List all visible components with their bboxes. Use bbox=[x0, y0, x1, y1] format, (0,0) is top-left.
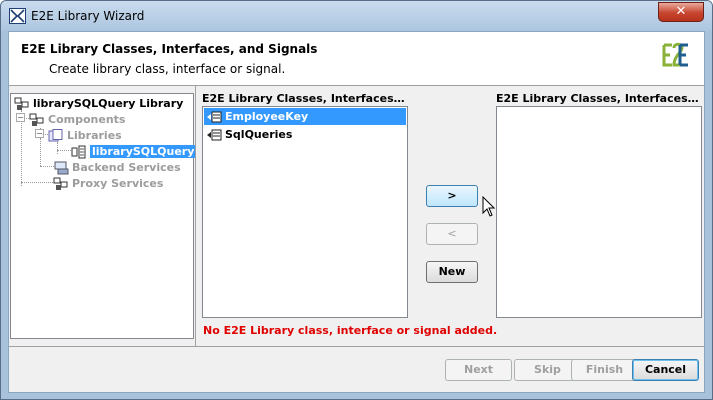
list-item-label: SqlQueries bbox=[225, 128, 293, 141]
tree-guide-line bbox=[21, 182, 53, 183]
tree-item-label: Proxy Services bbox=[72, 177, 164, 190]
tree-guide-line bbox=[40, 138, 41, 166]
list-item[interactable]: SqlQueries bbox=[204, 126, 406, 143]
backend-services-icon bbox=[54, 161, 69, 175]
tree-collapse-toggle[interactable]: − bbox=[35, 129, 44, 138]
new-button[interactable]: New bbox=[426, 261, 478, 283]
selected-list[interactable] bbox=[496, 106, 702, 318]
remove-button[interactable]: < bbox=[426, 223, 478, 245]
footer-divider bbox=[9, 346, 704, 347]
tree-guide-line bbox=[57, 150, 71, 151]
class-icon bbox=[207, 111, 222, 123]
tree-item-backend-services[interactable]: Backend Services bbox=[53, 160, 181, 176]
wizard-app-icon bbox=[9, 8, 26, 24]
cancel-button[interactable]: Cancel bbox=[632, 359, 699, 381]
tree-item-label: Libraries bbox=[67, 129, 122, 142]
list-item[interactable]: EmployeeKey bbox=[204, 108, 406, 125]
next-button[interactable]: Next bbox=[445, 359, 512, 381]
library-icon bbox=[14, 97, 29, 110]
page-title: E2E Library Classes, Interfaces, and Sig… bbox=[21, 42, 318, 56]
structure-tree[interactable]: − − librarySQLQuery Library Components L… bbox=[10, 93, 197, 339]
mouse-cursor-icon bbox=[482, 196, 496, 217]
tree-item-label: librarySQLQuery Library bbox=[33, 97, 184, 110]
e2e-logo-icon bbox=[662, 42, 688, 67]
available-list[interactable]: EmployeeKey SqlQueries bbox=[202, 106, 408, 318]
library-item-icon bbox=[71, 145, 86, 159]
close-button[interactable]: ✕ bbox=[658, 2, 704, 22]
wizard-header: E2E Library Classes, Interfaces, and Sig… bbox=[9, 32, 704, 86]
tree-item-librarysqlquery[interactable]: librarySQLQuery bbox=[71, 144, 197, 160]
window-title: E2E Library Wizard bbox=[31, 9, 145, 23]
tree-item-proxy-services[interactable]: Proxy Services bbox=[53, 176, 163, 192]
available-list-label: E2E Library Classes, Interfaces, an... bbox=[202, 92, 407, 105]
proxy-services-icon bbox=[53, 177, 68, 190]
tree-item-label: Components bbox=[48, 113, 126, 126]
tree-item-library-root[interactable]: librarySQLQuery Library bbox=[14, 96, 183, 112]
wizard-window: E2E Library Wizard ✕ E2E Library Classes… bbox=[0, 0, 713, 400]
selection-panel: E2E Library Classes, Interfaces, an... E… bbox=[195, 86, 704, 346]
components-icon bbox=[29, 113, 44, 126]
tree-item-components[interactable]: Components bbox=[29, 112, 125, 128]
tree-item-libraries[interactable]: Libraries bbox=[48, 128, 122, 144]
finish-button[interactable]: Finish bbox=[571, 359, 638, 381]
title-bar[interactable]: E2E Library Wizard ✕ bbox=[1, 1, 712, 31]
tree-item-label: Backend Services bbox=[72, 161, 181, 174]
wizard-body: E2E Library Classes, Interfaces, and Sig… bbox=[8, 31, 705, 393]
class-icon bbox=[207, 129, 222, 141]
selected-list-label: E2E Library Classes, Interfaces and... bbox=[496, 92, 701, 105]
page-subtitle: Create library class, interface or signa… bbox=[49, 62, 286, 76]
tree-item-label: librarySQLQuery bbox=[90, 145, 197, 158]
tree-collapse-toggle[interactable]: − bbox=[16, 113, 25, 122]
add-button[interactable]: > bbox=[426, 185, 478, 207]
list-item-label: EmployeeKey bbox=[225, 110, 309, 123]
libraries-icon bbox=[48, 129, 63, 142]
tree-guide-line bbox=[40, 166, 54, 167]
validation-message: No E2E Library class, interface or signa… bbox=[203, 324, 498, 337]
